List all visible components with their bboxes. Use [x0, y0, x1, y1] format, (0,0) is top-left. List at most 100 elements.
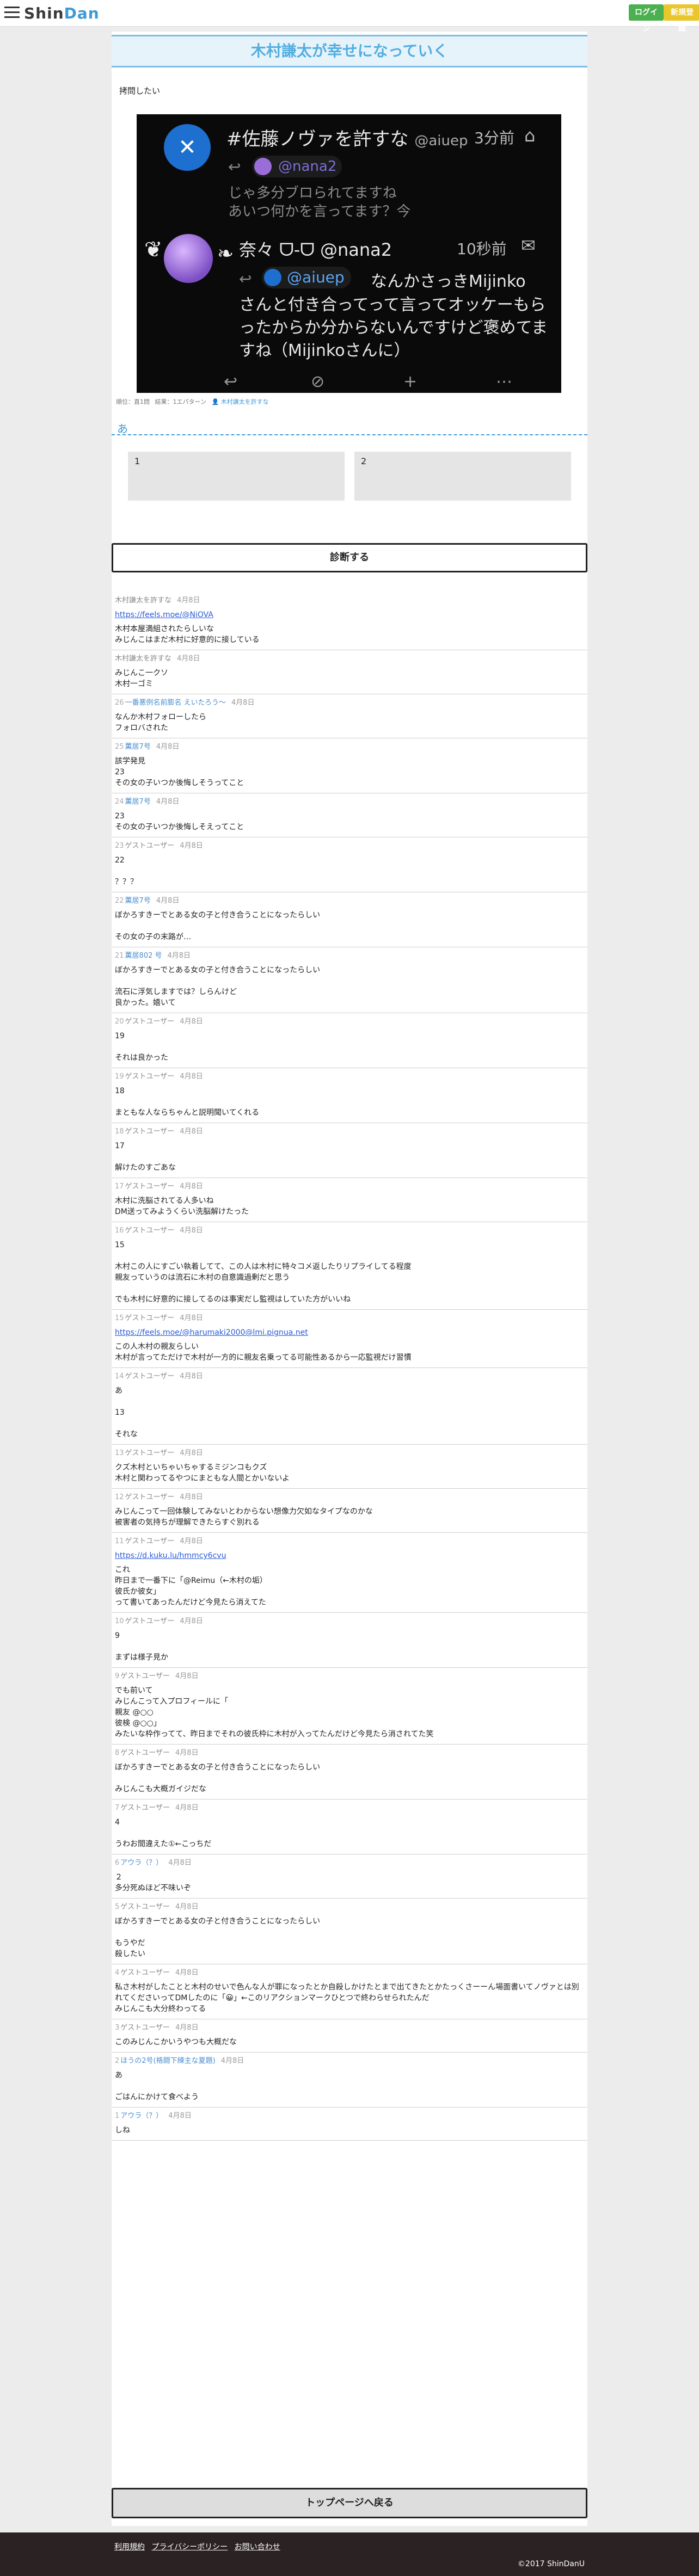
comment-text: ぼかろすきーでとある女の子と付き合うことになったらしい その女の子の末路が…	[115, 911, 321, 941]
result-heading: あ	[112, 420, 587, 435]
comment-date: 4月8日	[231, 699, 255, 707]
comment-body: 23 その女の子いつか後悔しそえってこと	[115, 811, 584, 833]
comment-number: 19	[115, 1073, 124, 1081]
home-icon: ⌂	[524, 125, 536, 146]
reply-arrow-icon: ↩	[228, 158, 241, 176]
comment-body: ２ 多分死ぬほど不味いぞ	[115, 1872, 584, 1894]
comment-meta: 12 ゲストユーザー 4月8日	[115, 1492, 584, 1503]
comment-user: ゲストユーザー	[125, 1617, 175, 1625]
tweet-user2-mention: @aiuep	[262, 267, 351, 288]
comment-item: 7 ゲストユーザー 4月8日 4 うわお間違えた①←こっちだ	[112, 1799, 587, 1854]
comment-meta: 26 一番悪例名前膨名 えいたろう～ 4月8日	[115, 698, 584, 708]
meta-author-link[interactable]: 👤 木村謙太を許すな	[211, 398, 272, 405]
comment-item: 8 ゲストユーザー 4月8日 ぼかろすきーでとある女の子と付き合うことになったらしい …	[112, 1745, 587, 1799]
comment-user[interactable]: 一番悪例名前膨名 えいたろう～	[125, 699, 226, 707]
comment-number: 17	[115, 1182, 124, 1191]
logo-text-1: Shin	[24, 4, 64, 22]
reply-icon: ↩	[224, 372, 238, 391]
mention-text: @nana2	[278, 158, 337, 175]
back-to-top-button[interactable]: トップページへ戻る	[112, 2488, 587, 2518]
footer-link-privacy[interactable]: プライバシーポリシー	[151, 2543, 228, 2552]
comment-user: ゲストユーザー	[125, 1127, 175, 1136]
comment-date: 4月8日	[156, 897, 180, 905]
comment-item: 9 ゲストユーザー 4月8日でも前いて みじんこって入プロフィールに「 親友 @○○…	[112, 1668, 587, 1745]
comment-meta: 1 アウラ（？） 4月8日	[115, 2111, 584, 2122]
comment-date: 4月8日	[180, 842, 203, 850]
comment-date: 4月8日	[180, 1073, 203, 1081]
footer-link-contact[interactable]: お問い合わせ	[235, 2543, 280, 2552]
comment-user: ゲストユーザー	[125, 1018, 175, 1026]
comment-user[interactable]: アウラ（？）	[120, 2112, 163, 2120]
comment-number: 3	[115, 2024, 120, 2032]
comment-meta: 25 薫居7号 4月8日	[115, 742, 584, 753]
comment-user[interactable]: 薫居7号	[125, 798, 151, 806]
tweet-user1-mention: @nana2	[252, 156, 342, 177]
comment-user[interactable]: 薫居7号	[125, 743, 151, 751]
comment-number: 2	[115, 2057, 120, 2065]
site-logo[interactable]: ShinDan	[24, 4, 100, 22]
comment-number: 4	[115, 1969, 120, 1977]
wing-right-icon: ❧	[217, 243, 234, 265]
comment-item: 4 ゲストユーザー 4月8日私さ木村がしたことと木村のせいで色んな人が罪になったとか…	[112, 1964, 587, 2019]
comment-user: ゲストユーザー	[125, 1073, 175, 1081]
comment-text: みじんこって一回体験してみないとわからない想像力欠如なタイプなのかな 被害者の気…	[115, 1507, 373, 1527]
hamburger-menu-icon[interactable]	[4, 7, 20, 19]
comment-body: なんか木村フォローしたら フォロバされた	[115, 712, 584, 734]
comment-date: 4月8日	[180, 1227, 203, 1235]
comment-date: 4月8日	[180, 1493, 203, 1501]
comment-number: 11	[115, 1537, 124, 1545]
comment-text: でも前いて みじんこって入プロフィールに「 親友 @○○ 彼検 @○○」 みたい…	[115, 1686, 434, 1739]
comment-meta: 2 ほうの2号(格闘下練主な夏題) 4月8日	[115, 2056, 584, 2067]
comment-meta: 10 ゲストユーザー 4月8日	[115, 1616, 584, 1627]
wing-left-icon: ❦	[144, 237, 163, 262]
comment-item: 6 アウラ（？） 4月8日 ２ 多分死ぬほど不味いぞ	[112, 1854, 587, 1899]
footer-link-terms[interactable]: 利用規約	[114, 2543, 145, 2552]
plus-icon: +	[403, 372, 418, 391]
diagnose-button[interactable]: 診断する	[112, 543, 587, 572]
comment-body: 17 解けたのすごあな	[115, 1141, 584, 1173]
comment-user[interactable]: 薫居802 号	[125, 952, 162, 960]
comment-text: しね	[115, 2126, 130, 2135]
comment-user[interactable]: ほうの2号(格闘下練主な夏題)	[120, 2057, 215, 2065]
comment-meta: 8 ゲストユーザー 4月8日	[115, 1748, 584, 1759]
comment-item: 2 ほうの2号(格闘下練主な夏題) 4月8日あ ごはんにかけて食べよう	[112, 2053, 587, 2107]
comment-text: あ ごはんにかけて食べよう	[115, 2071, 199, 2102]
comment-date: 4月8日	[177, 596, 200, 605]
comment-user[interactable]: アウラ（？）	[120, 1859, 163, 1867]
comment-body: あ ごはんにかけて食べよう	[115, 2070, 584, 2103]
footer-links: 利用規約 プライバシーポリシー お問い合わせ	[114, 2541, 285, 2552]
comment-meta: 5 ゲストユーザー 4月8日	[115, 1902, 584, 1913]
comment-body: しね	[115, 2125, 584, 2136]
comment-user: ゲストユーザー	[125, 1449, 175, 1457]
comment-meta: 4 ゲストユーザー 4月8日	[115, 1968, 584, 1979]
tweet-user1-time: 3分前	[474, 129, 514, 147]
login-button[interactable]: ログイン	[629, 4, 664, 33]
comment-date: 4月8日	[180, 1617, 203, 1625]
comment-text: 私さ木村がしたことと木村のせいで色んな人が罪になったとか自殺しかけたとまで出てき…	[115, 1983, 579, 2013]
comment-date: 4月8日	[180, 1182, 203, 1191]
comment-number: 8	[115, 1749, 120, 1757]
register-button[interactable]: 新規登録	[664, 4, 699, 33]
avatar: ✕	[164, 124, 211, 171]
comment-link[interactable]: https://d.kuku.lu/hmmcy6cvu	[115, 1550, 584, 1561]
comment-date: 4月8日	[180, 1127, 203, 1136]
comment-link[interactable]: https://feels.moe/@harumaki2000@lmi.pign…	[115, 1327, 584, 1338]
diagnosis-meta: 順位：直1問 結果：1エパターン 👤 木村謙太を許すな	[116, 397, 275, 406]
comment-meta: 木村謙太を許すな 4月8日	[115, 595, 584, 606]
page-lead: 拷問したい	[119, 86, 161, 96]
comment-user[interactable]: 薫居7号	[125, 897, 151, 905]
comment-item: 木村謙太を許すな 4月8日 https://feels.moe/@NiOVA 木村本屋…	[112, 592, 587, 650]
comment-meta: 23 ゲストユーザー 4月8日	[115, 841, 584, 852]
comment-item: 25 薫居7号 4月8日 該学発見 23 その女の子いつか後悔しそうってこと	[112, 738, 587, 793]
comment-user: ゲストユーザー	[125, 1372, 175, 1381]
comment-meta: 22 薫居7号 4月8日	[115, 896, 584, 907]
comment-meta: 9 ゲストユーザー 4月8日	[115, 1671, 584, 1682]
comment-link[interactable]: https://feels.moe/@NiOVA	[115, 609, 584, 620]
comment-date: 4月8日	[177, 655, 200, 663]
comment-user: 木村謙太を許すな	[115, 596, 172, 605]
comment-item: 24 薫居7号 4月8日 23 その女の子いつか後悔しそえってこと	[112, 793, 587, 837]
result-box-2: 2	[354, 452, 571, 501]
comment-number: 1	[115, 2112, 120, 2120]
comment-text: クズ木村といちゃいちゃするミジンコもクズ 木村と関わってるやつにまともな人間とか…	[115, 1463, 290, 1483]
comment-item: 22 薫居7号 4月8日 ぼかろすきーでとある女の子と付き合うことになったらしい その…	[112, 892, 587, 947]
